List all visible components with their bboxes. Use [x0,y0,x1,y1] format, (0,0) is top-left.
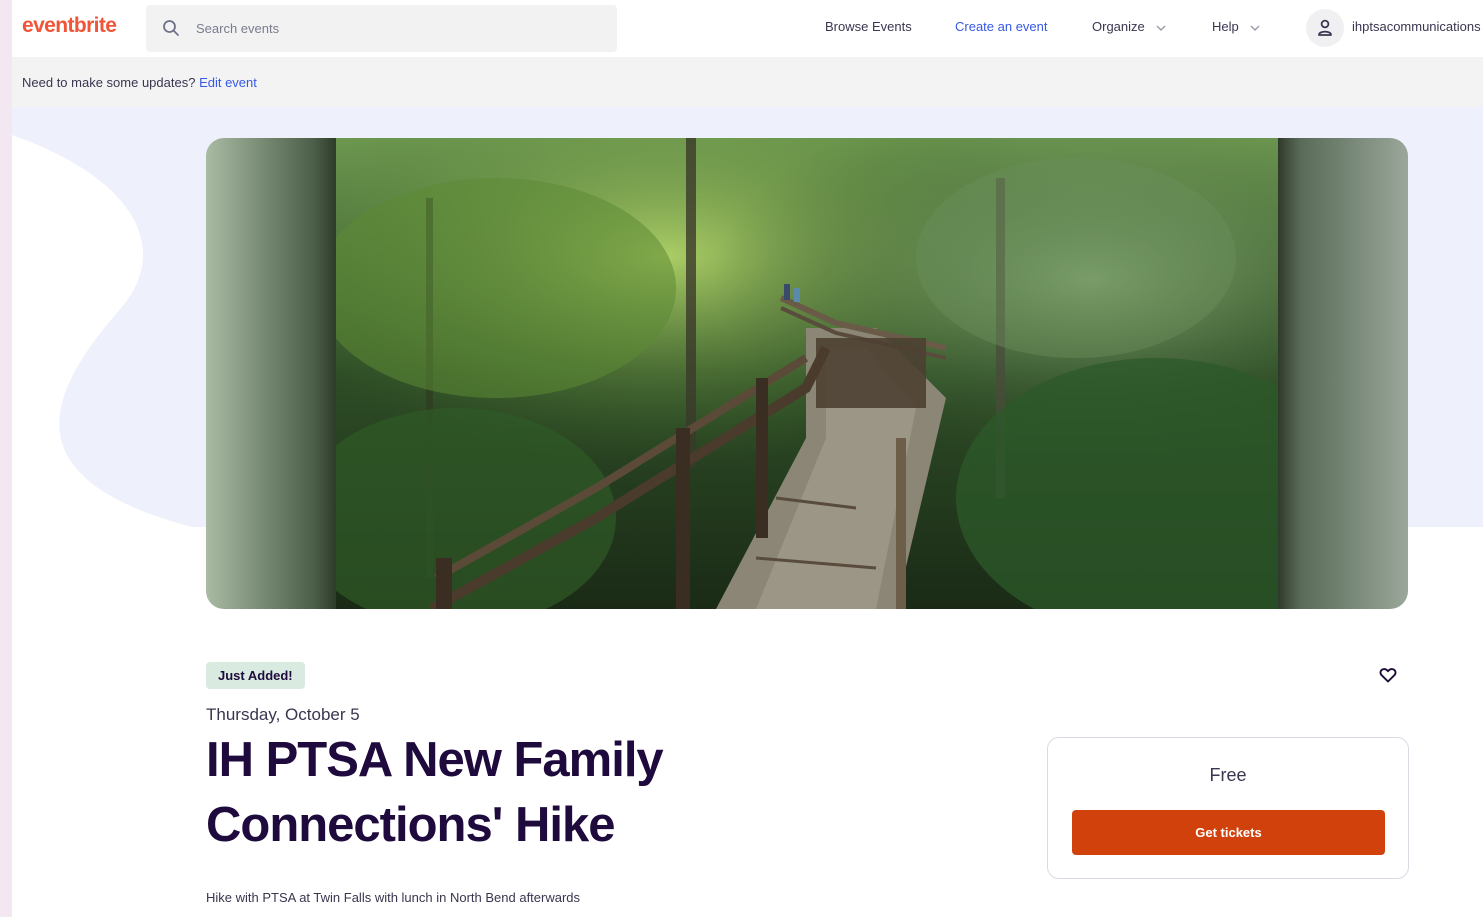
nav-browse-events[interactable]: Browse Events [825,19,912,34]
search-input[interactable] [196,15,596,42]
event-hero-image [206,138,1408,609]
just-added-badge: Just Added! [206,662,305,689]
nav-organize-label: Organize [1092,19,1145,34]
edit-event-link[interactable]: Edit event [199,75,257,90]
nav-help[interactable]: Help [1212,19,1260,34]
get-tickets-button[interactable]: Get tickets [1072,810,1385,855]
page: eventbrite Browse Events Create an event… [12,0,1483,917]
edit-banner-text: Need to make some updates? Edit event [22,75,257,90]
event-title: IH PTSA New Family Connections' Hike [206,733,664,852]
ticket-price: Free [1209,765,1247,785]
top-nav: eventbrite Browse Events Create an event… [12,0,1483,57]
chevron-down-icon [1156,25,1166,31]
ticket-panel: Free Get tickets [1047,737,1409,879]
edit-banner: Need to make some updates? Edit event [12,57,1483,107]
nav-help-label: Help [1212,19,1239,34]
user-icon [1318,19,1332,36]
chevron-down-icon [1250,25,1260,31]
search-bar[interactable] [146,5,617,52]
forest-trail-photo [336,138,1278,609]
user-avatar[interactable] [1306,9,1344,47]
nav-organize[interactable]: Organize [1092,19,1166,34]
nav-create-event[interactable]: Create an event [955,19,1048,34]
user-menu-name[interactable]: ihptsacommunications [1352,19,1481,34]
event-summary: Hike with PTSA at Twin Falls with lunch … [206,890,581,905]
eventbrite-logo[interactable]: eventbrite [22,14,117,38]
search-icon [163,20,179,36]
edit-banner-prompt: Need to make some updates? [22,75,196,90]
event-date: Thursday, October 5 [206,705,360,724]
heart-icon[interactable] [1378,665,1398,685]
